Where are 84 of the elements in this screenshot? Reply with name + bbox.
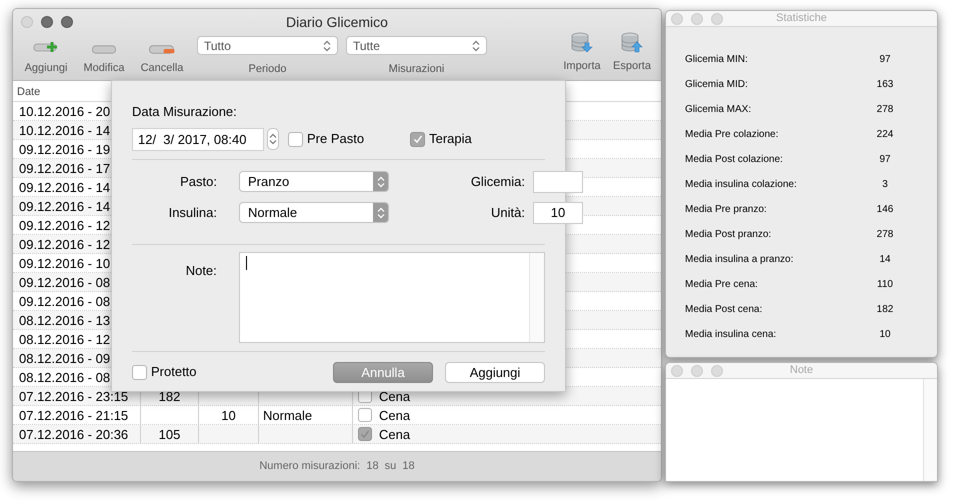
checkbox-label: Pre Pasto xyxy=(307,130,364,148)
input-field[interactable]: 10 xyxy=(533,202,583,224)
toolbar-button[interactable]: Esporta xyxy=(609,32,655,74)
window-title: Statistiche xyxy=(776,11,827,26)
stat-value: 146 xyxy=(876,203,894,217)
filter-dropdown[interactable]: Tutto xyxy=(197,36,338,55)
stat-label: Media Pre cena: xyxy=(685,278,759,292)
text-cursor xyxy=(246,256,247,270)
stat-label: Media Post cena: xyxy=(685,303,764,317)
field-label: Glicemia: xyxy=(470,172,525,191)
checkbox[interactable] xyxy=(410,132,426,146)
updown-arrows-icon xyxy=(376,206,384,218)
stat-value: 3 xyxy=(881,178,889,192)
stat-label: Media Post pranzo: xyxy=(685,228,772,242)
window-title: Diario Glicemico xyxy=(286,12,388,32)
minimize-button[interactable] xyxy=(41,16,53,28)
updown-arrows-icon xyxy=(323,40,331,52)
toolbar-button[interactable]: Modifica xyxy=(77,36,131,76)
field-label: Note: xyxy=(184,262,217,280)
table-cell: Cena xyxy=(379,389,410,404)
minus-icon xyxy=(149,45,175,54)
zoom-button[interactable] xyxy=(61,16,73,28)
window-title: Note xyxy=(790,363,814,378)
updown-arrows-icon xyxy=(269,133,277,145)
stat-value: 278 xyxy=(876,228,894,242)
stat-value: 182 xyxy=(876,303,894,317)
stat-value: 10 xyxy=(878,328,892,342)
filter-label: Periodo xyxy=(248,62,286,77)
status-text: Numero misurazioni: 18 su 18 xyxy=(259,459,415,474)
updown-arrows-icon xyxy=(472,40,480,52)
stat-value: 278 xyxy=(876,103,894,117)
stat-label: Media Post colazione: xyxy=(685,153,784,167)
close-button[interactable] xyxy=(21,16,33,28)
checkbox[interactable] xyxy=(132,364,147,380)
dialog-button[interactable]: Aggiungi xyxy=(445,362,545,382)
close-button[interactable] xyxy=(671,12,683,24)
close-button[interactable] xyxy=(671,364,683,376)
checkbox[interactable] xyxy=(288,132,303,146)
field-label: Unità: xyxy=(490,204,525,222)
select-dropdown[interactable]: Normale xyxy=(239,202,389,223)
toolbar-button[interactable]: Cancella xyxy=(135,36,189,76)
stat-label: Glicemia MID: xyxy=(685,78,749,92)
stat-label: Media insulina cena: xyxy=(685,328,778,342)
select-dropdown[interactable]: Pranzo xyxy=(239,171,389,192)
table-cell: 07.12.2016 - 21:15 xyxy=(13,406,141,424)
database-icon xyxy=(570,32,594,54)
table-cell: Cena xyxy=(379,427,410,442)
slab-icon xyxy=(92,45,116,54)
stat-value: 224 xyxy=(876,128,894,142)
table-cell: 105 xyxy=(158,427,180,442)
stat-label: Glicemia MAX: xyxy=(685,103,752,117)
stat-label: Media insulina colazione: xyxy=(685,178,798,192)
checkmark-icon xyxy=(360,429,370,439)
stat-value: 163 xyxy=(876,78,894,92)
toolbar-button[interactable]: Aggiungi xyxy=(19,36,73,76)
table-cell: 07.12.2016 - 20:36 xyxy=(13,425,141,443)
stat-label: Media insulina a pranzo: xyxy=(685,253,794,267)
filter-label: Misurazioni xyxy=(388,62,444,77)
filter-dropdown[interactable]: Tutte xyxy=(346,36,487,55)
checkbox-label: Terapia xyxy=(429,130,472,148)
stat-value: 110 xyxy=(876,278,894,292)
input-field[interactable] xyxy=(533,170,583,192)
stat-value: 14 xyxy=(878,253,892,267)
checkbox-label: Protetto xyxy=(151,363,197,382)
notes-text-area[interactable] xyxy=(238,252,545,342)
table-cell: Cena xyxy=(379,408,410,423)
table-cell: Normale xyxy=(263,408,312,423)
stat-value: 97 xyxy=(878,53,892,67)
checkbox[interactable] xyxy=(358,427,372,441)
stepper[interactable] xyxy=(267,128,279,150)
updown-arrows-icon xyxy=(376,176,384,188)
field-label: Insulina: xyxy=(168,204,217,222)
table-cell: 10 xyxy=(221,408,236,423)
date-field[interactable]: 12/ 3/ 2017, 08:40 xyxy=(132,128,264,150)
field-label: Pasto: xyxy=(179,172,217,191)
database-icon xyxy=(620,32,644,54)
checkbox[interactable] xyxy=(358,408,372,422)
stat-label: Media Pre colazione: xyxy=(685,128,780,142)
table-cell: 182 xyxy=(158,389,180,404)
stat-value: 97 xyxy=(878,153,892,167)
checkmark-icon xyxy=(412,134,423,144)
toolbar-button[interactable]: Importa xyxy=(559,32,605,74)
stat-label: Media Pre pranzo: xyxy=(685,203,768,217)
stat-label: Glicemia MIN: xyxy=(685,53,749,67)
